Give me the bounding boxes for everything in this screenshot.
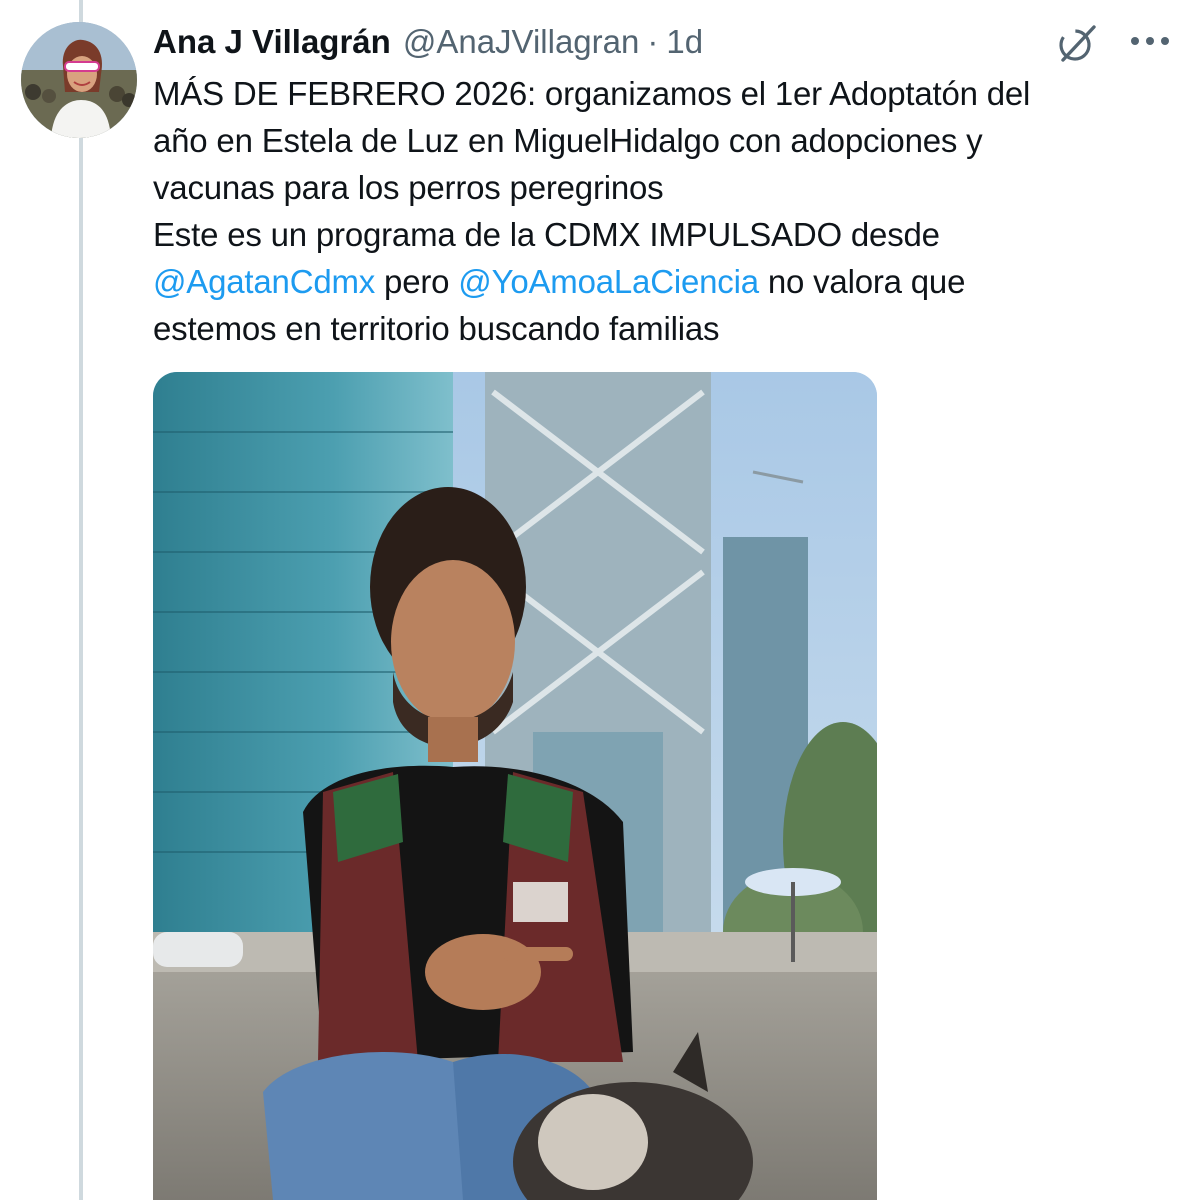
avatar[interactable] xyxy=(21,22,137,138)
tweet-line-6: estemos en territorio buscando familias xyxy=(153,310,720,347)
mention-yoamoalaciencia[interactable]: @YoAmoaLaCiencia xyxy=(458,263,759,300)
author-handle[interactable]: @AnaJVillagran xyxy=(403,23,640,61)
grok-icon[interactable] xyxy=(1054,20,1100,66)
line-5-tail: no valora que xyxy=(767,263,966,300)
separator-dot: · xyxy=(647,23,659,60)
mention-agatancdmx[interactable]: @AgatanCdmx xyxy=(153,263,375,300)
video-frame xyxy=(153,372,877,1200)
tweet-line-1: MÁS DE FEBRERO 2026: organizamos el 1er … xyxy=(153,75,1031,112)
tweet-header: Ana J Villagrán @AnaJVillagran · 1d xyxy=(153,18,703,66)
tweet-line-3: vacunas para los perros peregrinos xyxy=(153,169,664,206)
author-display-name[interactable]: Ana J Villagrán xyxy=(153,23,391,61)
connector-text: pero xyxy=(384,263,450,300)
tweet-line-2: año en Estela de Luz en MiguelHidalgo co… xyxy=(153,122,983,159)
tweet-line-4: Este es un programa de la CDMX IMPULSADO… xyxy=(153,216,940,253)
tweet-card[interactable]: Ana J Villagrán @AnaJVillagran · 1d MÁS … xyxy=(0,0,1200,1200)
more-icon[interactable] xyxy=(1126,26,1174,56)
tweet-text: MÁS DE FEBRERO 2026: organizamos el 1er … xyxy=(153,70,1163,352)
tweet-line-5: @AgatanCdmx pero @YoAmoaLaCiencia no val… xyxy=(153,258,1163,305)
timestamp[interactable]: 1d xyxy=(666,23,703,61)
thread-line xyxy=(79,0,83,1200)
video-media[interactable] xyxy=(153,372,877,1200)
